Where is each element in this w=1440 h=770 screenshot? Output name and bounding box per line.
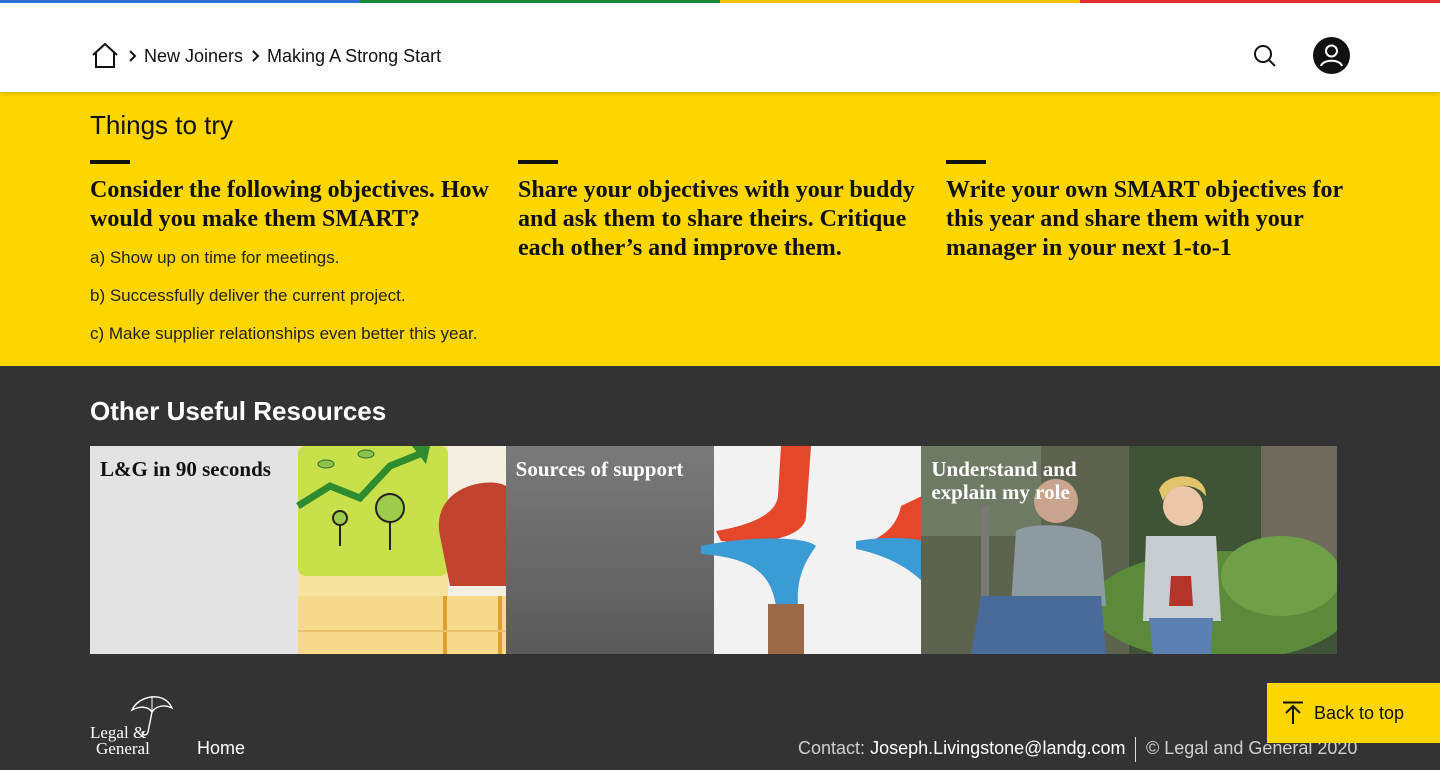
accent-dash: [946, 160, 986, 164]
try-column-1: Consider the following objectives. How w…: [90, 160, 490, 348]
footer-contact: Contact: Joseph.Livingstone@landg.com: [798, 738, 1126, 759]
try-item: c) Make supplier relationships even bett…: [90, 324, 478, 343]
card-title: Understand and explain my role: [931, 457, 1077, 504]
home-icon[interactable]: [90, 41, 120, 71]
back-to-top-label: Back to top: [1314, 702, 1405, 723]
section-title: Things to try: [90, 110, 234, 140]
resource-card-understand-my-role[interactable]: Understand and explain my role: [921, 446, 1338, 654]
arrow-up-icon: [1283, 701, 1303, 724]
breadcrumb-making-a-strong-start[interactable]: Making A Strong Start: [267, 41, 441, 71]
back-to-top-button[interactable]: Back to top: [1267, 683, 1440, 743]
try-item: b) Successfully deliver the current proj…: [90, 286, 406, 305]
resources-title: Other Useful Resources: [90, 396, 387, 426]
card-title: L&G in 90 seconds: [100, 457, 271, 481]
user-icon: [1320, 44, 1343, 67]
try-headline: Consider the following objectives. How w…: [90, 177, 489, 232]
try-item: a) Show up on time for meetings.: [90, 248, 340, 267]
try-column-2: Share your objectives with your buddy an…: [518, 160, 918, 263]
contact-email-link[interactable]: Joseph.Livingstone@landg.com: [870, 738, 1125, 758]
accent-dash: [90, 160, 130, 164]
search-icon[interactable]: [1250, 41, 1280, 71]
try-headline: Write your own SMART objectives for this…: [946, 177, 1343, 261]
card-title: Sources of support: [515, 457, 684, 481]
contact-label: Contact:: [798, 738, 866, 758]
user-avatar[interactable]: [1313, 37, 1350, 74]
try-column-3: Write your own SMART objectives for this…: [946, 160, 1346, 263]
breadcrumb: New Joiners Making A Strong Start: [90, 41, 441, 71]
accent-dash: [518, 160, 558, 164]
things-to-try-section: Things to try Consider the following obj…: [0, 92, 1440, 366]
resource-card-sources-of-support[interactable]: Sources of support: [505, 446, 922, 654]
footer-home-link[interactable]: Home: [197, 738, 245, 759]
footer-divider: [1135, 737, 1136, 762]
site-header: New Joiners Making A Strong Start: [0, 3, 1440, 92]
try-headline: Share your objectives with your buddy an…: [518, 177, 915, 261]
legal-and-general-logo[interactable]: Legal & General: [90, 692, 178, 758]
svg-text:General: General: [96, 739, 150, 758]
chevron-right-icon: [120, 41, 144, 71]
chevron-right-icon: [243, 41, 267, 71]
breadcrumb-new-joiners[interactable]: New Joiners: [144, 41, 243, 71]
resource-cards: L&G in 90 seconds Sources of support Und…: [90, 446, 1338, 654]
resource-card-lg-90-seconds[interactable]: L&G in 90 seconds: [90, 446, 506, 654]
